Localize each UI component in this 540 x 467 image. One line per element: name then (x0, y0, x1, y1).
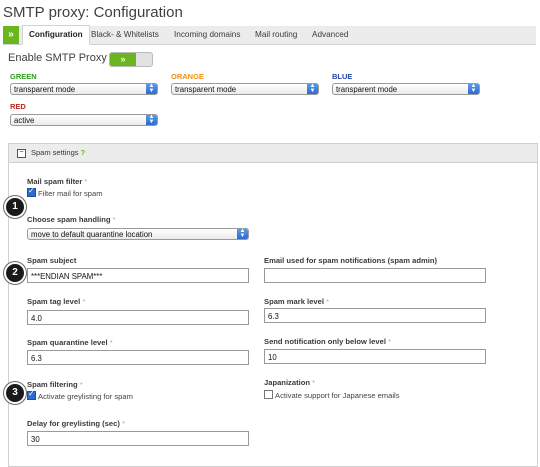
notify-below-level-input[interactable]: 10 (264, 349, 486, 364)
tab-bar: » Configuration Black- & Whitelists Inco… (3, 25, 536, 45)
greylisting-checkbox[interactable]: Activate greylisting for spam (27, 389, 133, 401)
spam-mark-level-label: Spam mark level * (264, 297, 330, 306)
tab-arrow-icon[interactable]: » (3, 26, 19, 44)
zone-select-blue-value: transparent mode (336, 85, 398, 94)
zone-label-green: GREEN (10, 72, 37, 81)
notify-below-level-label: Send notification only below level * (264, 337, 392, 346)
zone-select-orange-value: transparent mode (175, 85, 237, 94)
updown-arrow-icon: ▲ ▼ (146, 114, 157, 125)
enable-smtp-label: Enable SMTP Proxy (8, 52, 107, 64)
tab-black-whitelists[interactable]: Black- & Whitelists (91, 26, 159, 44)
step-marker-1: 1 (4, 196, 26, 218)
updown-arrow-icon: ▲ ▼ (307, 83, 318, 94)
tab-incoming-domains[interactable]: Incoming domains (174, 26, 240, 44)
mail-spam-filter-label: Mail spam filter * (27, 177, 88, 186)
zone-select-green[interactable]: transparent mode ▲ ▼ (10, 83, 158, 95)
toggle-on-indicator: » (110, 53, 136, 66)
spam-handling-select[interactable]: move to default quarantine location ▲ ▼ (27, 228, 249, 240)
zone-select-red-value: active (14, 116, 35, 125)
spam-quarantine-level-label: Spam quarantine level * (27, 338, 113, 347)
tab-mail-routing[interactable]: Mail routing (255, 26, 297, 44)
zone-select-red[interactable]: active ▲ ▼ (10, 114, 158, 126)
zone-label-red: RED (10, 102, 26, 111)
japanization-label: Japanization * (264, 378, 316, 387)
zone-select-orange[interactable]: transparent mode ▲ ▼ (171, 83, 319, 95)
spam-settings-title: Spam settings ? (31, 148, 86, 157)
tab-advanced[interactable]: Advanced (312, 26, 348, 44)
spam-handling-value: move to default quarantine location (31, 230, 153, 239)
spam-quarantine-level-input[interactable]: 6.3 (27, 350, 249, 365)
spam-tag-level-input[interactable]: 4.0 (27, 310, 249, 325)
updown-arrow-icon: ▲ ▼ (146, 83, 157, 94)
checkbox-checked-icon[interactable] (27, 389, 36, 400)
tab-configuration[interactable]: Configuration (22, 25, 90, 45)
zone-label-orange: ORANGE (171, 72, 204, 81)
minus-icon[interactable]: − (17, 149, 26, 158)
spam-filtering-label: Spam filtering * (27, 380, 83, 389)
spam-admin-email-label: Email used for spam notifications (spam … (264, 256, 437, 265)
choose-spam-handling-label: Choose spam handling * (27, 215, 116, 224)
help-icon: ? (80, 148, 86, 157)
checkbox-unchecked-icon[interactable] (264, 390, 273, 399)
spam-tag-level-label: Spam tag level * (27, 297, 86, 306)
zone-label-blue: BLUE (332, 72, 353, 81)
zone-select-blue[interactable]: transparent mode ▲ ▼ (332, 83, 480, 95)
updown-arrow-icon: ▲ ▼ (468, 83, 479, 94)
zone-select-green-value: transparent mode (14, 85, 76, 94)
greylisting-delay-label: Delay for greylisting (sec) * (27, 419, 125, 428)
checkbox-checked-icon[interactable] (27, 186, 36, 197)
spam-admin-email-input[interactable] (264, 268, 486, 283)
step-marker-3: 3 (4, 382, 26, 404)
spam-settings-header[interactable]: − Spam settings ? (9, 144, 537, 163)
enable-smtp-toggle[interactable]: » (109, 52, 153, 67)
spam-mark-level-input[interactable]: 6.3 (264, 308, 486, 323)
greylisting-delay-input[interactable]: 30 (27, 431, 249, 446)
japanese-support-checkbox[interactable]: Activate support for Japanese emails (264, 390, 400, 400)
spam-subject-label: Spam subject (27, 256, 77, 265)
spam-subject-input[interactable]: ***ENDIAN SPAM*** (27, 268, 249, 283)
page-title: SMTP proxy: Configuration (3, 4, 183, 21)
step-marker-2: 2 (4, 262, 26, 284)
filter-mail-checkbox[interactable]: Filter mail for spam (27, 186, 103, 198)
updown-arrow-icon: ▲ ▼ (237, 228, 248, 239)
